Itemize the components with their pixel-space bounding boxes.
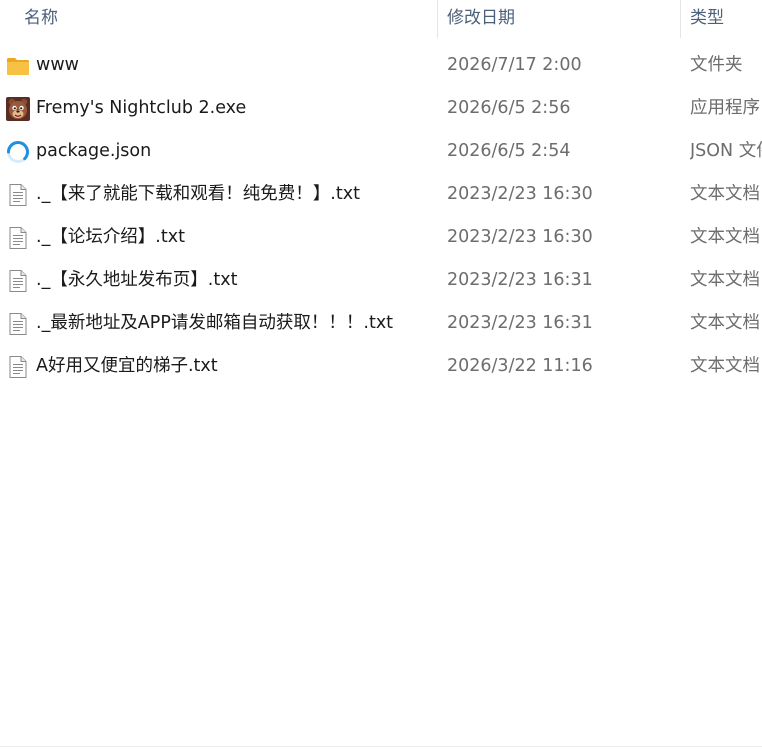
file-row-txt[interactable]: ._【论坛介绍】.txt 2023/2/23 16:30 文本文档 [0, 216, 762, 259]
column-header-type[interactable]: 类型 [690, 0, 762, 38]
file-row-txt[interactable]: ._【来了就能下载和观看！纯免费！】.txt 2023/2/23 16:30 文… [0, 173, 762, 216]
file-date: 2026/6/5 2:56 [447, 98, 571, 118]
text-file-icon [6, 355, 30, 379]
file-type: 文件夹 [690, 55, 743, 75]
file-row-fremys-nightclub-exe[interactable]: Fremy's Nightclub 2.exe 2026/6/5 2:56 应用… [0, 87, 762, 130]
folder-icon [6, 54, 30, 78]
list-bottom-border [0, 746, 762, 747]
file-date: 2023/2/23 16:30 [447, 184, 593, 204]
text-file-icon [6, 226, 30, 250]
file-date: 2023/2/23 16:31 [447, 270, 593, 290]
file-name: Fremy's Nightclub 2.exe [36, 98, 247, 118]
text-file-icon [6, 183, 30, 207]
column-header-name[interactable]: 名称 [24, 0, 424, 38]
file-name: ._【永久地址发布页】.txt [36, 270, 238, 290]
file-name: ._【来了就能下载和观看！纯免费！】.txt [36, 184, 360, 204]
column-divider[interactable] [680, 0, 681, 38]
text-file-icon [6, 269, 30, 293]
file-type: JSON 文件 [690, 141, 762, 161]
file-date: 2026/7/17 2:00 [447, 55, 582, 75]
file-row-www[interactable]: www 2026/7/17 2:00 文件夹 [0, 44, 762, 87]
file-name: package.json [36, 141, 152, 161]
file-name: A好用又便宜的梯子.txt [36, 356, 218, 376]
file-explorer: ^ 名称 修改日期 类型 www 2026/7/17 2:00 文件夹 Frem… [0, 0, 762, 749]
file-type: 文本文档 [690, 313, 760, 333]
json-icon [6, 140, 30, 164]
file-row-package-json[interactable]: package.json 2026/6/5 2:54 JSON 文件 [0, 130, 762, 173]
file-type: 文本文档 [690, 270, 760, 290]
file-row-txt[interactable]: ._最新地址及APP请发邮箱自动获取！！！.txt 2023/2/23 16:3… [0, 302, 762, 345]
file-type: 文本文档 [690, 227, 760, 247]
file-list: www 2026/7/17 2:00 文件夹 Fremy's Nightclub… [0, 44, 762, 388]
file-type: 文本文档 [690, 184, 760, 204]
file-date: 2026/6/5 2:54 [447, 141, 571, 161]
app-icon [6, 97, 30, 121]
file-row-txt[interactable]: A好用又便宜的梯子.txt 2026/3/22 11:16 文本文档 [0, 345, 762, 388]
file-type: 文本文档 [690, 356, 760, 376]
column-header-date[interactable]: 修改日期 [447, 0, 667, 38]
file-date: 2023/2/23 16:31 [447, 313, 593, 333]
file-date: 2026/3/22 11:16 [447, 356, 593, 376]
text-file-icon [6, 312, 30, 336]
column-header-bar: ^ 名称 修改日期 类型 [0, 0, 762, 38]
file-name: www [36, 55, 79, 75]
file-type: 应用程序 [690, 98, 760, 118]
file-date: 2023/2/23 16:30 [447, 227, 593, 247]
file-name: ._【论坛介绍】.txt [36, 227, 185, 247]
column-divider[interactable] [437, 0, 438, 38]
file-name: ._最新地址及APP请发邮箱自动获取！！！.txt [36, 313, 394, 333]
file-row-txt[interactable]: ._【永久地址发布页】.txt 2023/2/23 16:31 文本文档 [0, 259, 762, 302]
